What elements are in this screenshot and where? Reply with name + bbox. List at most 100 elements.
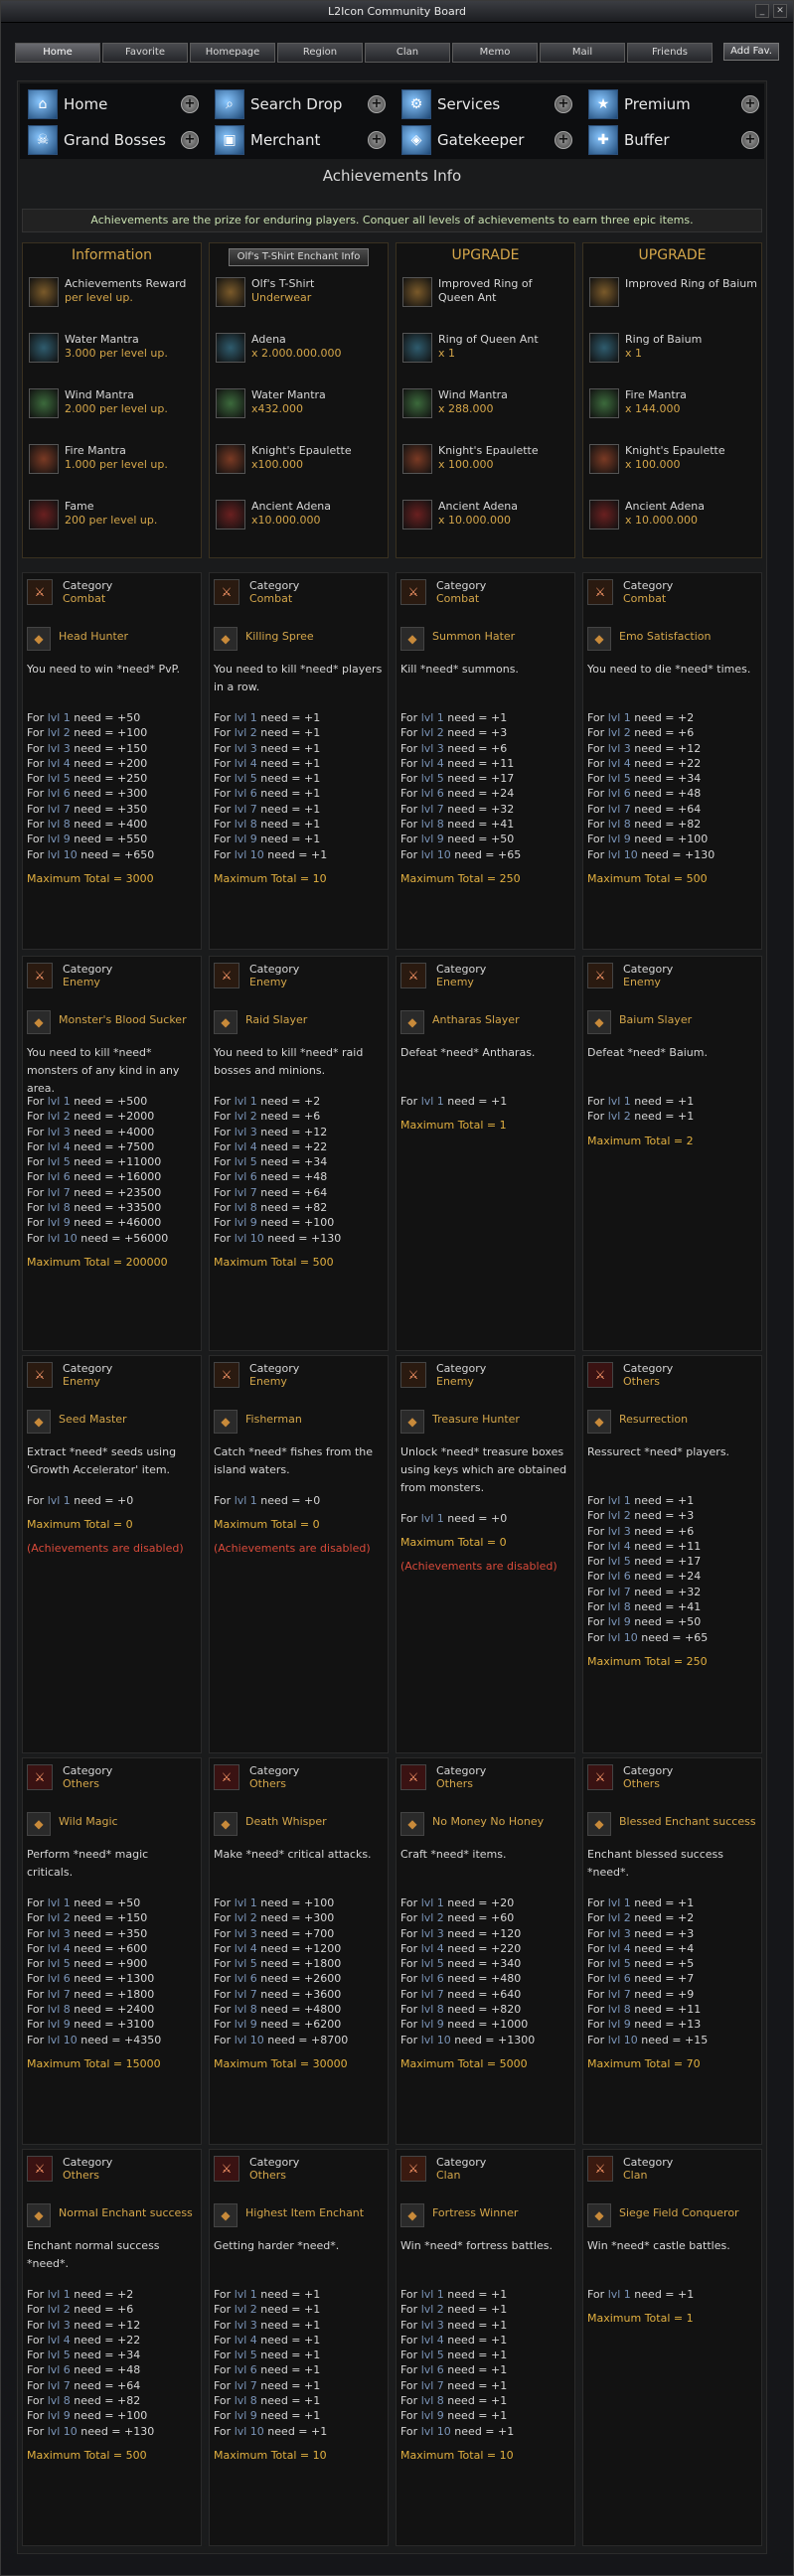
achievement-row: ◆ Wild Magic [27,1812,196,1836]
category-row: ⚔ Category Others [587,1362,673,1388]
tab-favorite[interactable]: Favorite [102,43,188,63]
achievement-icon: ◆ [214,1812,238,1836]
level-row: For lvl 10 need = +1 [400,2424,515,2438]
level-tag: lvl 3 [47,1125,71,1138]
level-list: For lvl 1 need = +1 For lvl 2 need = +1 Fo… [400,2287,514,2439]
level-tag: lvl 2 [607,1110,631,1124]
tab-friends[interactable]: Friends [627,43,713,63]
level-row: For lvl 8 need = +1 [214,2394,321,2408]
achievement-card: ⚔ Category Others ◆ Normal Enchant success En… [22,2149,202,2546]
level-list: For lvl 1 need = +2 For lvl 2 need = +6 Fo… [587,710,715,862]
level-tag: lvl 3 [234,2318,257,2332]
level-tag: lvl 7 [607,1585,631,1598]
category-caption: Category [436,2156,487,2169]
level-tag: lvl 1 [234,1896,257,1909]
reward-text: Ancient Adena x10.000.000 [251,500,331,539]
close-icon[interactable]: ✕ [773,4,787,18]
level-row: For lvl 9 need = +3100 [27,2018,155,2032]
plus-icon[interactable]: + [368,95,386,113]
add-favorite-button[interactable]: Add Fav. [723,43,779,61]
level-row: For lvl 1 need = +1 [214,2288,321,2301]
tab-memo[interactable]: Memo [452,43,538,63]
category-row: ⚔ Category Others [27,2156,112,2182]
level-row: For lvl 4 need = +22 [27,2333,141,2347]
achievement-card: ⚔ Category Enemy ◆ Baium Slayer Defeat *need*… [582,956,762,1351]
nav-item-services[interactable]: ⚙ Services + [397,87,582,121]
item-icon [216,444,245,474]
achievement-icon: ◆ [214,1010,238,1034]
nav-label: Premium [624,95,691,113]
category-caption: Category [623,1764,674,1777]
level-row: For lvl 3 need = +6 [400,741,508,755]
item-icon [402,500,432,530]
category-row: ⚔ Category Enemy [27,963,112,988]
nav-item-grand-bosses[interactable]: ☠ Grand Bosses + [24,123,209,157]
tab-homepage[interactable]: Homepage [190,43,275,63]
level-tag: lvl 7 [420,802,444,816]
nav-item-buffer[interactable]: ✚ Buffer + [584,123,769,157]
achievement-card: ⚔ Category Others ◆ No Money No Honey Craft *… [396,1757,575,2145]
achievement-name: Normal Enchant success [59,2206,193,2219]
level-tag: lvl 5 [234,1155,257,1169]
panel-title[interactable]: Olf's T-Shirt Enchant Info [210,243,388,267]
nav-label: Grand Bosses [64,131,166,149]
nav-label: Services [437,95,501,113]
level-tag: lvl 4 [234,2333,257,2347]
achievement-icon: ◆ [214,2203,238,2227]
level-list: For lvl 1 need = +0 [214,1493,320,1508]
level-row: For lvl 2 need = +3 [587,1509,695,1523]
level-row: For lvl 4 need = +1200 [214,1941,342,1955]
category-label: Category Combat [249,579,299,605]
level-row: For lvl 3 need = +120 [400,1926,522,1940]
level-row: For lvl 1 need = +0 [214,1494,321,1507]
item-amount: x 1 [625,347,643,360]
maximum-total: Maximum Total = 500 [27,2449,147,2462]
level-row: For lvl 2 need = +6 [214,1110,321,1124]
level-tag: lvl 2 [234,726,257,740]
level-tag: lvl 10 [234,2424,264,2438]
plus-icon[interactable]: + [368,131,386,149]
nav-item-home[interactable]: ⌂ Home + [24,87,209,121]
level-tag: lvl 10 [607,2033,638,2046]
category-name: Combat [436,592,480,605]
achievement-name: Fortress Winner [432,2206,519,2219]
maximum-total: Maximum Total = 1 [587,2312,694,2326]
tab-region[interactable]: Region [277,43,363,63]
tab-home[interactable]: Home [15,43,100,63]
level-row: For lvl 1 need = +1 [587,1896,695,1909]
category-name: Others [249,2169,286,2182]
title-bar[interactable]: L2Icon Community Board _ ✕ [1,1,793,23]
category-name: Combat [63,592,106,605]
category-icon: ⚔ [27,2156,53,2182]
level-list: For lvl 1 need = +100 For lvl 2 need = +3… [214,1895,348,2047]
category-label: Category Clan [436,2156,486,2182]
plus-icon[interactable]: + [181,131,199,149]
tab-clan[interactable]: Clan [365,43,450,63]
minimize-icon[interactable]: _ [755,4,769,18]
plus-icon[interactable]: + [741,131,759,149]
tab-mail[interactable]: Mail [540,43,625,63]
achievement-icon: ◆ [587,1010,611,1034]
level-tag: lvl 8 [47,2394,71,2408]
achievement-row: ◆ Blessed Enchant success [587,1812,756,1836]
nav-item-merchant[interactable]: ▣ Merchant + [211,123,396,157]
level-list: For lvl 1 need = +2 For lvl 2 need = +6 Fo… [27,2287,154,2439]
level-row: For lvl 9 need = +46000 [27,1216,162,1230]
level-tag: lvl 5 [47,1155,71,1169]
nav-item-gatekeeper[interactable]: ◈ Gatekeeper + [397,123,582,157]
category-name: Combat [623,592,667,605]
plus-icon[interactable]: + [181,95,199,113]
level-row: For lvl 8 need = +41 [587,1600,702,1614]
level-row: For lvl 5 need = +11000 [27,1155,162,1169]
category-row: ⚔ Category Others [400,1764,486,1790]
level-tag: lvl 8 [420,2003,444,2017]
reward-item: Water Mantra 3.000 per level up. [29,333,198,373]
plus-icon[interactable]: + [741,95,759,113]
nav-item-premium[interactable]: ★ Premium + [584,87,769,121]
plus-icon[interactable]: + [555,131,572,149]
plus-icon[interactable]: + [555,95,572,113]
level-tag: lvl 10 [234,1231,264,1245]
level-row: For lvl 6 need = +7 [587,1972,695,1986]
nav-item-search-drop[interactable]: ⌕ Search Drop + [211,87,396,121]
item-name: Ancient Adena [438,500,518,513]
